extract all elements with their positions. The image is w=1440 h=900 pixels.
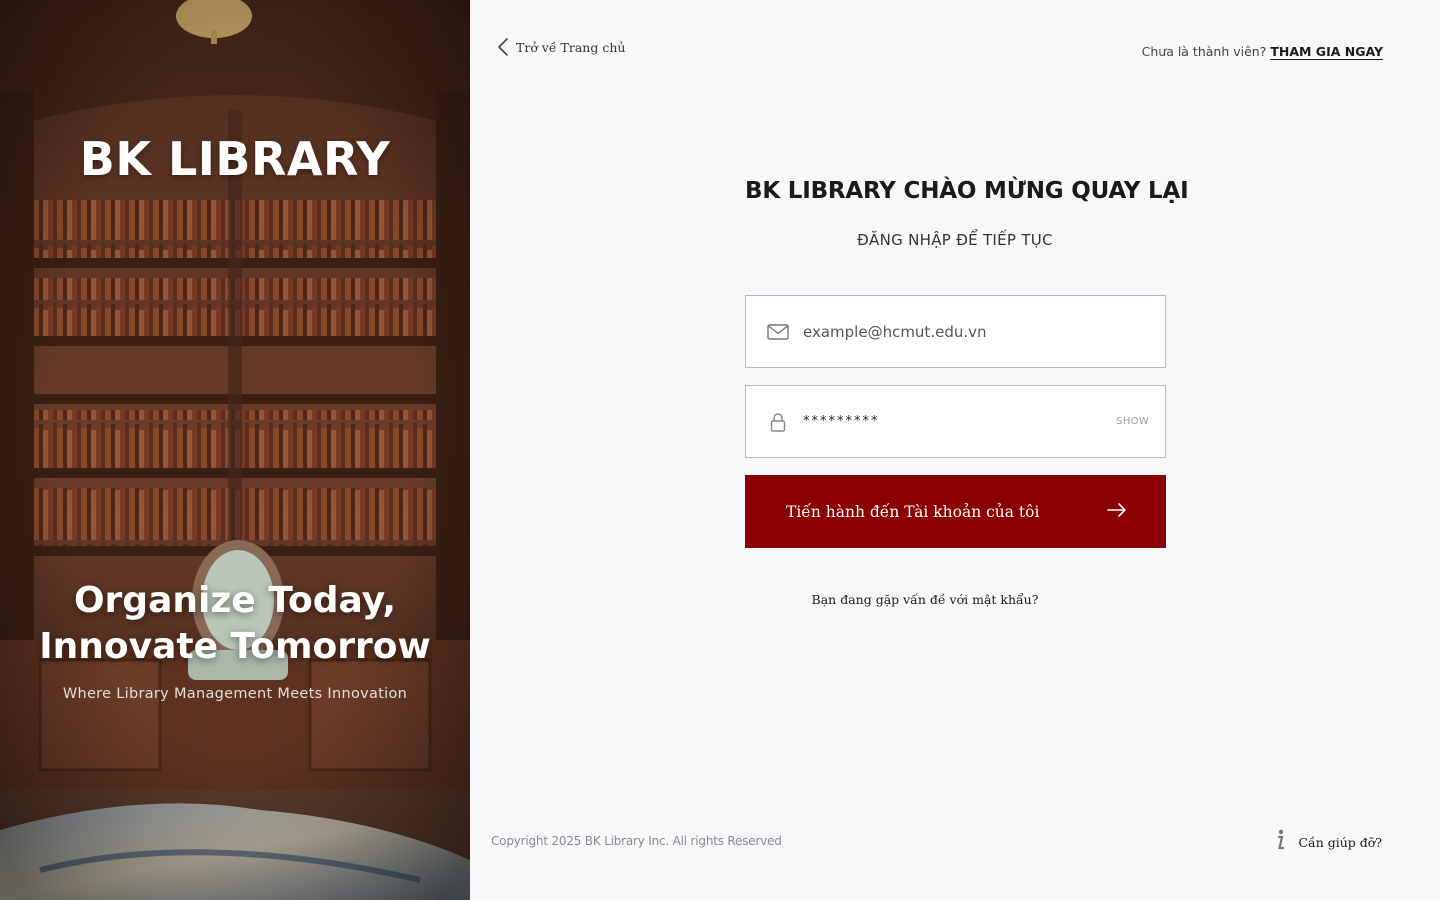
- slogan-line-2: Innovate Tomorrow: [39, 626, 431, 667]
- hero-panel: BK LIBRARY Organize Today, Innovate Tomo…: [0, 0, 470, 900]
- welcome-title: BK LIBRARY CHÀO MỪNG QUAY LẠI: [745, 178, 1189, 204]
- mail-icon: [767, 321, 789, 343]
- arrow-right-icon: [1107, 502, 1127, 521]
- brand-title: BK LIBRARY: [79, 132, 391, 186]
- join-now-link[interactable]: THAM GIA NGAY: [1270, 44, 1383, 59]
- password-field[interactable]: SHOW: [745, 385, 1166, 458]
- forgot-password-link[interactable]: Bạn đang gặp vấn đề với mật khẩu?: [745, 592, 1105, 607]
- help-label: Cần giúp đỡ?: [1298, 835, 1382, 850]
- password-input[interactable]: [801, 401, 1117, 442]
- chevron-left-icon: [496, 37, 510, 57]
- signup-prompt-row: Chưa là thành viên? THAM GIA NGAY: [1142, 44, 1383, 59]
- email-field[interactable]: [745, 295, 1166, 368]
- slogan-line-1: Organize Today,: [73, 580, 397, 621]
- info-icon: [1274, 829, 1286, 856]
- signup-prompt-text: Chưa là thành viên?: [1141, 44, 1267, 59]
- email-input[interactable]: [801, 311, 1165, 352]
- submit-button-label: Tiến hành đến Tài khoản của tôi: [786, 502, 1040, 521]
- submit-login-button[interactable]: Tiến hành đến Tài khoản của tôi: [745, 475, 1166, 548]
- hero-tagline: Where Library Management Meets Innovatio…: [62, 686, 408, 702]
- lock-icon: [767, 411, 789, 433]
- back-to-home-link[interactable]: Trở về Trang chủ: [496, 37, 625, 57]
- login-subtitle: ĐĂNG NHẬP ĐỂ TIẾP TỤC: [857, 231, 1053, 249]
- help-link[interactable]: Cần giúp đỡ?: [1274, 829, 1382, 856]
- hero-slogan: Organize Today, Innovate Tomorrow: [0, 578, 470, 670]
- back-link-label: Trở về Trang chủ: [516, 39, 626, 55]
- copyright-text: Copyright 2025 BK Library Inc. All right…: [491, 834, 782, 848]
- show-password-button[interactable]: SHOW: [1116, 416, 1149, 427]
